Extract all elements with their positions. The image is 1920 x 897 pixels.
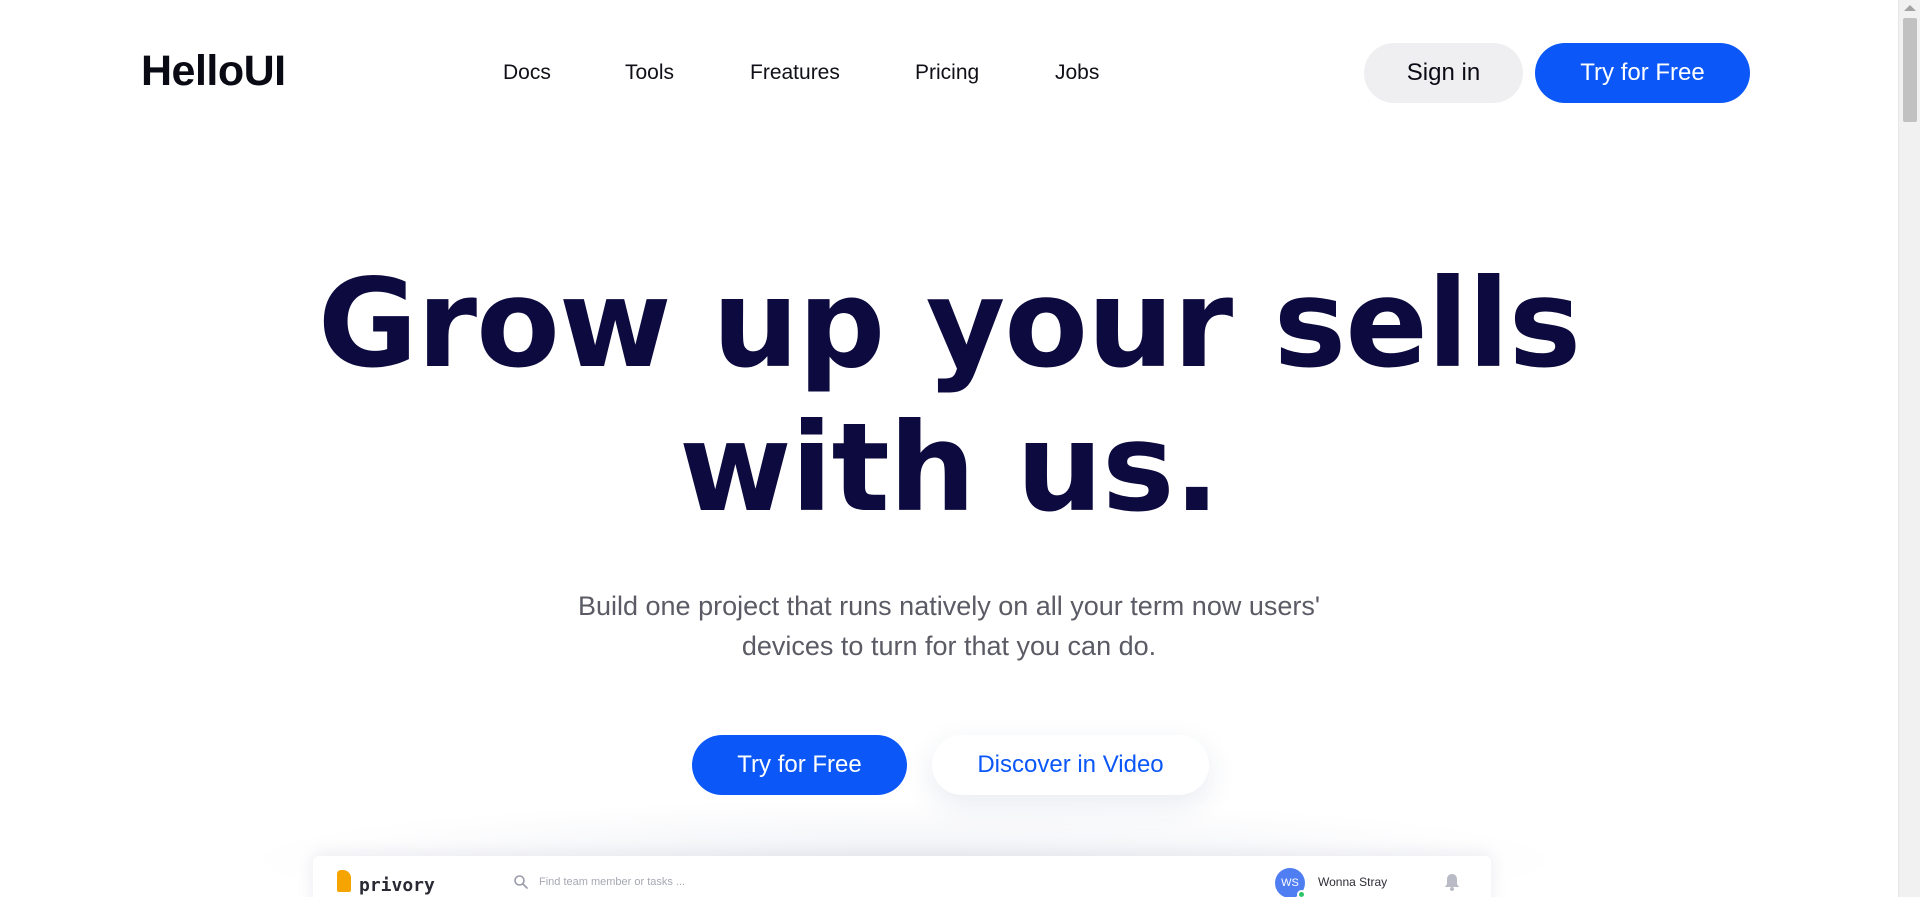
bell-icon xyxy=(1445,874,1459,891)
site-header: HelloUI Docs Tools Freatures Pricing Job… xyxy=(0,0,1898,146)
nav-jobs[interactable]: Jobs xyxy=(1055,61,1099,85)
nav-pricing[interactable]: Pricing xyxy=(915,61,979,85)
try-for-free-header-button[interactable]: Try for Free xyxy=(1535,43,1750,103)
online-status-dot xyxy=(1297,890,1306,897)
hero-title: Grow up your sells with us. xyxy=(0,252,1898,540)
sign-in-button[interactable]: Sign in xyxy=(1364,43,1523,103)
try-for-free-hero-button[interactable]: Try for Free xyxy=(692,735,907,795)
hero-subtitle: Build one project that runs natively on … xyxy=(0,586,1898,666)
preview-app-name: privory xyxy=(359,875,435,896)
nav-features[interactable]: Freatures xyxy=(750,61,840,85)
brand-logo[interactable]: HelloUI xyxy=(141,47,286,96)
preview-search-input: Find team member or tasks ... xyxy=(539,876,686,888)
app-preview: privory Find team member or tasks ... WS… xyxy=(313,856,1491,897)
hero-subtitle-line-1: Build one project that runs natively on … xyxy=(577,591,1321,621)
hero-subtitle-line-2: devices to turn for that you can do. xyxy=(741,631,1157,661)
hero-title-line-1: Grow up your sells xyxy=(317,253,1581,395)
discover-video-button[interactable]: Discover in Video xyxy=(932,735,1209,795)
hero-title-line-2: with us. xyxy=(679,397,1220,539)
preview-user-name: Wonna Stray xyxy=(1318,875,1388,889)
search-icon xyxy=(514,875,528,889)
nav-tools[interactable]: Tools xyxy=(625,61,674,85)
privory-logo-icon xyxy=(337,870,351,892)
scroll-thumb[interactable] xyxy=(1903,18,1917,122)
scroll-up-arrow-icon[interactable] xyxy=(1904,5,1916,11)
nav-docs[interactable]: Docs xyxy=(503,61,551,85)
vertical-scrollbar[interactable] xyxy=(1898,0,1920,897)
landing-page: HelloUI Docs Tools Freatures Pricing Job… xyxy=(0,0,1898,897)
